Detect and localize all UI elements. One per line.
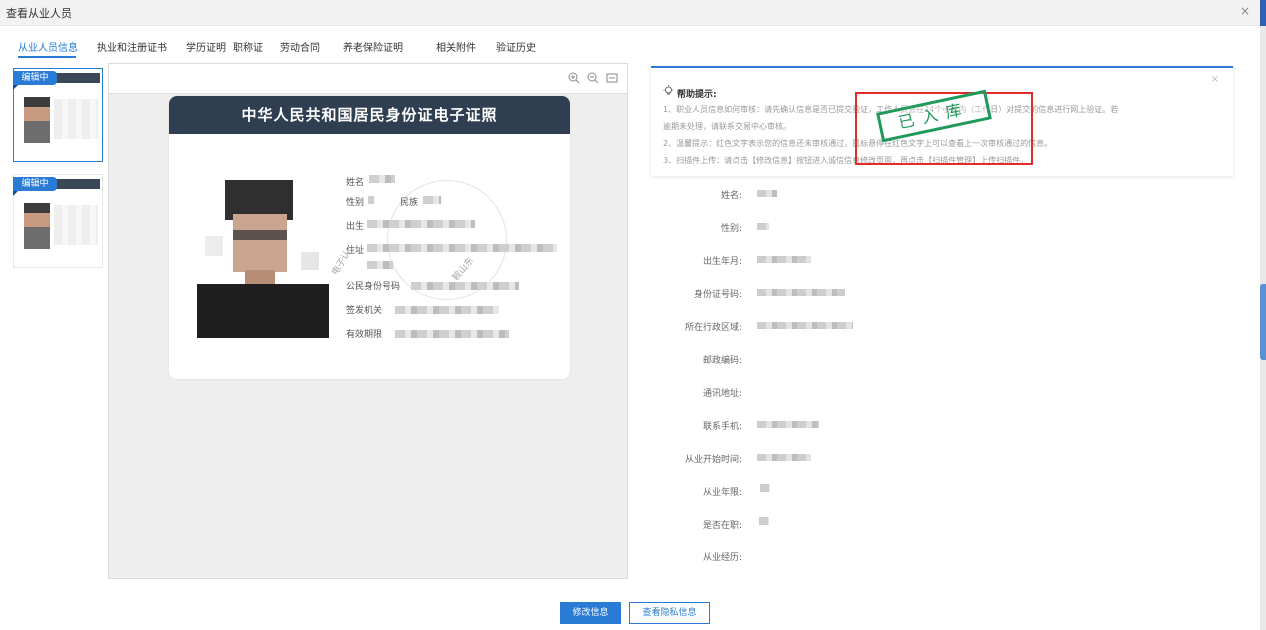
tab-labor-contract[interactable]: 劳动合同 [280, 39, 320, 54]
info-label-employed: 是否在职: [702, 521, 742, 531]
card-field-birth: 出生 [346, 222, 365, 232]
status-badge: 编辑中 [13, 177, 57, 191]
badge-fold [13, 85, 18, 90]
id-card-title: 中华人民共和国居民身份证电子证照 [169, 96, 570, 134]
thumbnail-photo [24, 97, 50, 143]
view-private-info-button[interactable]: 查看隐私信息 [629, 602, 710, 624]
card-field-validity: 有效期限 [346, 330, 383, 340]
info-value-birth [757, 256, 811, 263]
info-value-years [760, 484, 770, 492]
right-edge-bar [1260, 0, 1266, 630]
card-field-gender: 性别 [346, 198, 365, 208]
info-value-gender [757, 223, 769, 230]
edit-info-button[interactable]: 修改信息 [560, 602, 621, 624]
info-label-mobile: 联系手机: [702, 422, 742, 432]
edge-accent [1260, 0, 1266, 26]
badge-fold [13, 191, 18, 196]
dialog-title: 查看从业人员 [6, 7, 72, 20]
info-label-gender: 性别: [720, 224, 742, 234]
info-value-mobile [757, 421, 819, 428]
thumbnail-blurred-text [54, 205, 98, 245]
info-label-birth: 出生年月: [702, 257, 742, 267]
redacted-value [411, 282, 519, 290]
tab-education[interactable]: 学历证明 [186, 39, 226, 54]
info-label-experience: 从业经历: [702, 553, 742, 563]
redacted-value [395, 330, 509, 338]
info-label-id-number: 身份证号码: [693, 290, 742, 300]
thumbnail-header-strip [56, 73, 100, 83]
info-label-region: 所在行政区域: [684, 323, 742, 333]
info-value-employed [759, 517, 769, 525]
info-label-postcode: 邮政编码: [702, 356, 742, 366]
tab-personnel-info[interactable]: 从业人员信息 [18, 39, 78, 54]
lightbulb-icon [663, 85, 674, 99]
photo-pixel-block [301, 252, 319, 270]
card-field-ethnicity: 民族 [400, 198, 419, 208]
fit-icon[interactable] [606, 72, 618, 84]
side-panel-tab[interactable] [1260, 284, 1266, 360]
photo-pixel-block [205, 236, 223, 256]
zoom-in-icon[interactable] [568, 72, 580, 84]
redacted-value [369, 175, 395, 183]
card-field-name: 姓名 [346, 178, 365, 188]
redacted-value [367, 261, 393, 269]
viewer-toolbar [109, 64, 627, 94]
id-card-image: 中华人民共和国居民身份证电子证照 姓名 性别 民族 出生 住址 公民身份号码 签… [169, 96, 570, 379]
info-value-region [757, 322, 853, 329]
thumbnail-blurred-text [54, 99, 98, 139]
info-label-address: 通讯地址: [702, 389, 742, 399]
help-line: 逾期未处理，请联系交易中心审核。 [663, 122, 791, 131]
redacted-value [368, 196, 374, 204]
redacted-value [395, 306, 499, 314]
thumbnail-photo [24, 203, 50, 249]
info-label-name: 姓名: [720, 191, 742, 201]
redacted-value [423, 196, 441, 204]
info-value-id-number [757, 289, 845, 296]
status-badge: 编辑中 [13, 71, 57, 85]
photo-glasses [233, 230, 287, 240]
help-close-icon[interactable]: × [1211, 74, 1219, 85]
info-value-name [757, 190, 777, 197]
tab-title-certificate[interactable]: 职称证 [233, 39, 263, 54]
id-photo [197, 180, 329, 338]
card-field-issuer: 签发机关 [346, 306, 383, 316]
redacted-value [367, 220, 475, 228]
zoom-out-icon[interactable] [587, 72, 599, 84]
document-thumbnail[interactable]: 编辑中 [13, 68, 103, 162]
tab-verification-history[interactable]: 验证历史 [496, 39, 536, 54]
active-tab-indicator [18, 56, 76, 58]
tab-attachments[interactable]: 相关附件 [436, 39, 476, 54]
info-value-start-date [757, 454, 811, 461]
help-title: 帮助提示: [677, 90, 717, 100]
close-icon[interactable]: × [1240, 4, 1250, 18]
thumbnail-header-strip [56, 179, 100, 189]
info-label-start-date: 从业开始时间: [684, 455, 742, 465]
photo-shirt [197, 284, 329, 338]
document-viewer[interactable]: 中华人民共和国居民身份证电子证照 姓名 性别 民族 出生 住址 公民身份号码 签… [108, 63, 628, 579]
redacted-value [367, 244, 557, 252]
info-label-years: 从业年限: [702, 488, 742, 498]
document-thumbnail[interactable]: 编辑中 [13, 174, 103, 268]
dialog-titlebar: 查看从业人员 × [0, 0, 1266, 26]
card-watermark-text: 电子认 [330, 249, 354, 278]
tab-pension-proof[interactable]: 养老保险证明 [343, 39, 403, 54]
photo-face [233, 214, 287, 272]
card-field-id-number: 公民身份号码 [346, 282, 401, 292]
tab-practice-certificate[interactable]: 执业和注册证书 [97, 39, 167, 54]
